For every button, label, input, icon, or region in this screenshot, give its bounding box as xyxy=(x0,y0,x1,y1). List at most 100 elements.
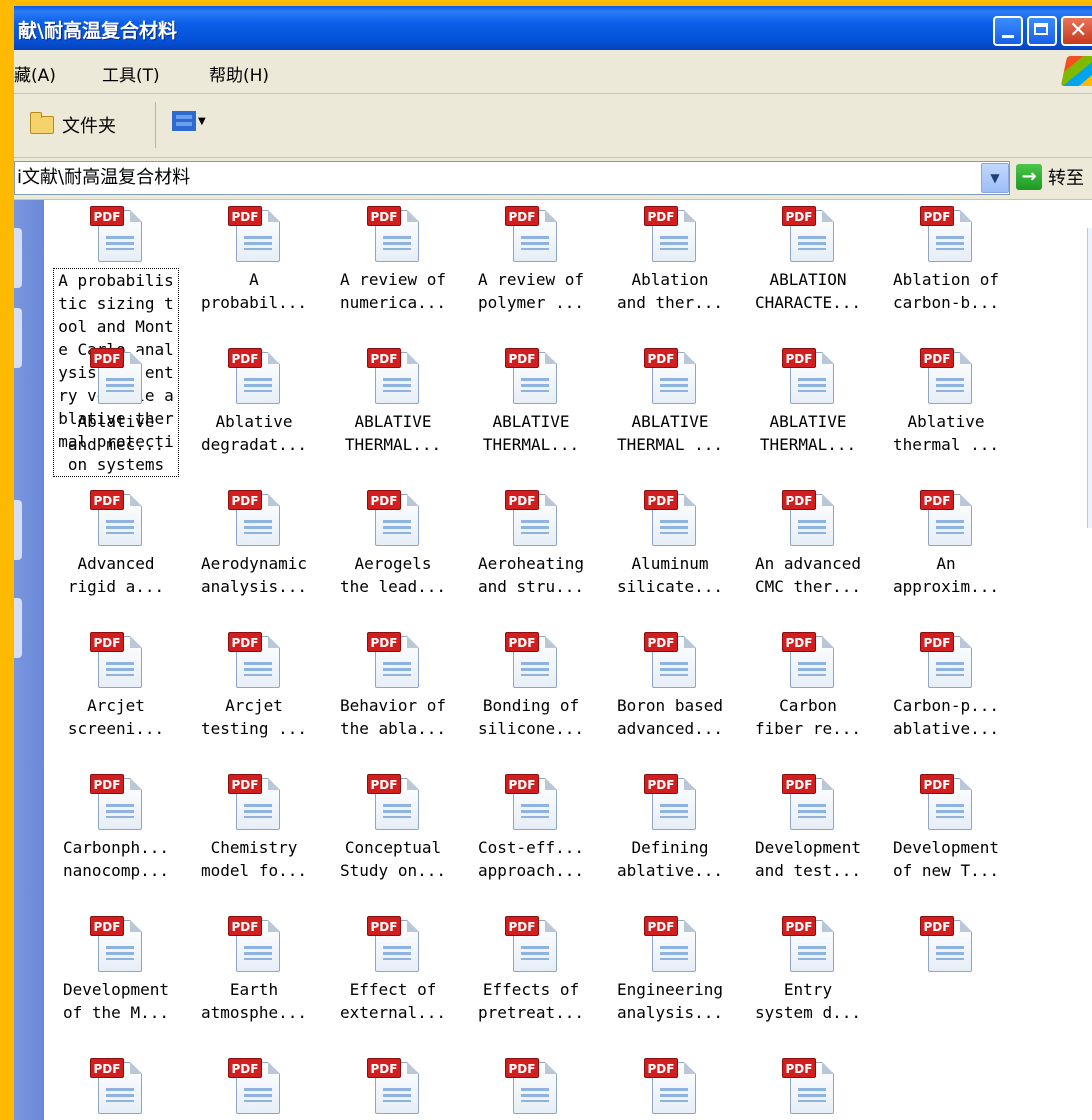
file-item[interactable]: PDF Aerodynamic analysis... xyxy=(188,484,320,598)
title-bar[interactable]: 献\耐高温复合材料 xyxy=(14,0,1092,50)
pdf-badge: PDF xyxy=(782,632,816,652)
file-item[interactable]: PDF An advanced CMC ther... xyxy=(742,484,874,598)
file-item[interactable]: PDF xyxy=(327,1052,459,1114)
file-item[interactable]: PDF Carbon fiber re... xyxy=(742,626,874,740)
file-item[interactable]: PDF xyxy=(465,1052,597,1114)
file-name-label: Aerodynamic analysis... xyxy=(201,554,307,596)
address-dropdown-button[interactable]: ▼ xyxy=(981,163,1009,193)
file-item[interactable]: PDF Aerogels the lead... xyxy=(327,484,459,598)
pdf-badge: PDF xyxy=(505,348,539,368)
file-item[interactable]: PDF xyxy=(742,1052,874,1114)
file-item[interactable]: PDF Engineering analysis... xyxy=(604,910,736,1024)
file-item[interactable]: PDF An approxim... xyxy=(880,484,1012,598)
go-label: 转至 xyxy=(1048,168,1084,189)
pdf-badge: PDF xyxy=(90,1058,124,1078)
file-item[interactable]: PDF ABLATION CHARACTE... xyxy=(742,200,874,314)
pdf-icon: PDF xyxy=(644,916,696,972)
file-item[interactable]: PDF Ablative degradat... xyxy=(188,342,320,456)
pdf-badge: PDF xyxy=(644,632,678,652)
file-item[interactable]: PDF Arcjet testing ... xyxy=(188,626,320,740)
pdf-badge: PDF xyxy=(367,632,401,652)
pdf-icon: PDF xyxy=(367,490,419,546)
pdf-icon: PDF xyxy=(228,774,280,830)
file-item[interactable]: PDF Carbonph... nanocomp... xyxy=(50,768,182,882)
toolbar-separator xyxy=(155,102,156,148)
file-item[interactable]: PDF ABLATIVE THERMAL... xyxy=(742,342,874,456)
task-pane-tab[interactable] xyxy=(14,308,22,368)
file-item[interactable]: PDF A probabil... xyxy=(188,200,320,314)
file-item[interactable]: PDF Conceptual Study on... xyxy=(327,768,459,882)
file-item[interactable]: PDF Ablative thermal ... xyxy=(880,342,1012,456)
file-item[interactable]: PDF A review of polymer ... xyxy=(465,200,597,314)
file-list[interactable]: PDF A probabilistic sizing tool and Monte… xyxy=(44,200,1092,1120)
file-item[interactable]: PDF Entry system d... xyxy=(742,910,874,1024)
file-item[interactable]: PDF Carbon-p... ablative... xyxy=(880,626,1012,740)
file-item[interactable]: PDF xyxy=(188,1052,320,1114)
task-pane-tab[interactable] xyxy=(14,228,22,288)
file-name-label: Earth atmosphe... xyxy=(201,980,307,1022)
file-item[interactable]: PDF xyxy=(604,1052,736,1114)
file-item[interactable]: PDF xyxy=(50,1052,182,1114)
menu-tools[interactable]: 工具(T) xyxy=(102,61,160,86)
file-item[interactable]: PDF ABLATIVE THERMAL ... xyxy=(604,342,736,456)
file-item[interactable]: PDF ABLATIVE THERMAL... xyxy=(327,342,459,456)
file-item[interactable]: PDF Defining ablative... xyxy=(604,768,736,882)
file-name-label: Behavior of the abla... xyxy=(340,696,446,738)
task-pane-tab[interactable] xyxy=(14,500,22,560)
file-item[interactable]: PDF Aluminum silicate... xyxy=(604,484,736,598)
pdf-badge: PDF xyxy=(920,916,954,936)
file-item[interactable]: PDF Development and test... xyxy=(742,768,874,882)
file-item[interactable]: PDF Ablative and mec... xyxy=(50,342,182,456)
task-pane-tab[interactable] xyxy=(14,598,22,658)
pdf-icon: PDF xyxy=(644,1058,696,1114)
file-name-label: Entry system d... xyxy=(755,980,861,1022)
pdf-badge: PDF xyxy=(90,490,124,510)
file-name-label: Carbon fiber re... xyxy=(755,696,861,738)
file-item[interactable]: PDF Aeroheating and stru... xyxy=(465,484,597,598)
file-name-label: Ablative thermal ... xyxy=(893,412,999,454)
file-name-label: Effect of external... xyxy=(340,980,446,1022)
pdf-badge: PDF xyxy=(367,490,401,510)
file-item[interactable]: PDF Earth atmosphe... xyxy=(188,910,320,1024)
pdf-icon: PDF xyxy=(367,632,419,688)
file-item[interactable]: PDF Ablation and ther... xyxy=(604,200,736,314)
file-item[interactable]: PDF Boron based advanced... xyxy=(604,626,736,740)
file-item[interactable]: PDF xyxy=(880,910,1012,972)
chevron-down-icon: ▼ xyxy=(198,115,206,127)
menu-favorites[interactable]: 藏(A) xyxy=(14,61,56,86)
file-item[interactable]: PDF ABLATIVE THERMAL... xyxy=(465,342,597,456)
pdf-icon: PDF xyxy=(228,632,280,688)
address-input[interactable]: i文献\耐高温复合材料 ▼ xyxy=(14,161,1010,195)
file-item[interactable]: PDF A review of numerica... xyxy=(327,200,459,314)
pdf-icon: PDF xyxy=(90,774,142,830)
file-item[interactable]: PDF Cost-eff... approach... xyxy=(465,768,597,882)
file-name-label: Development of the M... xyxy=(63,980,169,1022)
scrollbar[interactable] xyxy=(1087,228,1092,528)
pdf-icon: PDF xyxy=(920,490,972,546)
file-item[interactable]: PDF Arcjet screeni... xyxy=(50,626,182,740)
file-item[interactable]: PDF Advanced rigid a... xyxy=(50,484,182,598)
pdf-icon: PDF xyxy=(644,490,696,546)
go-button[interactable]: → 转至 xyxy=(1016,164,1084,190)
pdf-badge: PDF xyxy=(782,490,816,510)
file-name-label: Ablation and ther... xyxy=(617,270,723,312)
file-item[interactable]: PDF Effects of pretreat... xyxy=(465,910,597,1024)
file-item[interactable]: PDF Bonding of silicone... xyxy=(465,626,597,740)
file-item[interactable]: PDF Effect of external... xyxy=(327,910,459,1024)
folders-button[interactable]: 文件夹 xyxy=(30,110,116,140)
close-button[interactable] xyxy=(1061,16,1092,46)
file-name-label: ABLATIVE THERMAL... xyxy=(759,412,857,454)
file-item[interactable]: PDF Chemistry model fo... xyxy=(188,768,320,882)
file-item[interactable]: PDF Behavior of the abla... xyxy=(327,626,459,740)
maximize-button[interactable] xyxy=(1027,16,1057,46)
file-item[interactable]: PDF Development of new T... xyxy=(880,768,1012,882)
views-button[interactable]: ▼ xyxy=(172,111,206,131)
file-item[interactable]: PDF Ablation of carbon-b... xyxy=(880,200,1012,314)
minimize-button[interactable] xyxy=(993,16,1023,46)
file-name-label: Arcjet screeni... xyxy=(67,696,165,738)
pdf-badge: PDF xyxy=(505,632,539,652)
file-item[interactable]: PDF Development of the M... xyxy=(50,910,182,1024)
pdf-badge: PDF xyxy=(228,206,262,226)
go-arrow-icon: → xyxy=(1016,164,1042,190)
menu-help[interactable]: 帮助(H) xyxy=(209,61,269,86)
